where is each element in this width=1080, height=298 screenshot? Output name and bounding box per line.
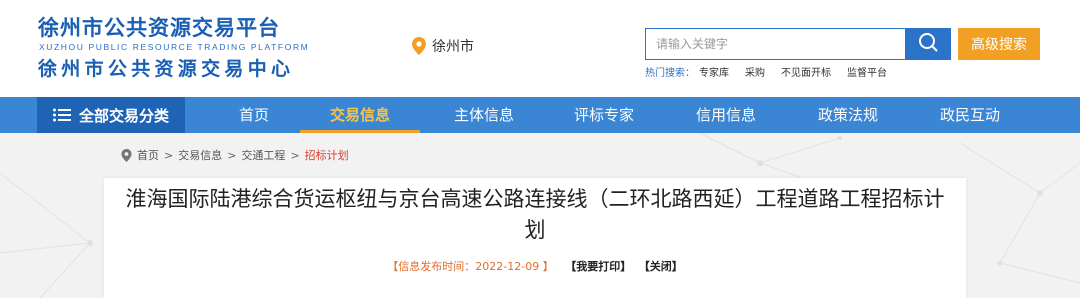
article-meta: 【信息发布时间：2022-12-09 】 【我要打印】 【关闭】 [104, 258, 966, 274]
print-link[interactable]: 【我要打印】 [565, 260, 631, 273]
breadcrumb: 首页 > 交易信息 > 交通工程 > 招标计划 [121, 146, 349, 164]
hot-search-item[interactable]: 采购 [745, 64, 765, 79]
nav-item-interaction[interactable]: 政民互动 [910, 97, 1030, 133]
location-text: 徐州市 [432, 39, 474, 55]
article-title: 淮海国际陆港综合货运枢纽与京台高速公路连接线（二环北路西延）工程道路工程招标计划 [125, 187, 945, 242]
nav-item-entity-info[interactable]: 主体信息 [424, 97, 544, 133]
search-input[interactable] [645, 28, 906, 60]
breadcrumb-separator: > [227, 148, 237, 162]
nav-item-home[interactable]: 首页 [218, 97, 290, 133]
location-selector[interactable]: 徐州市 [412, 36, 474, 56]
breadcrumb-item[interactable]: 首页 [137, 147, 159, 163]
search-icon [918, 32, 938, 56]
location-pin-icon [412, 37, 426, 55]
advanced-search-button[interactable]: 高级搜索 [958, 28, 1040, 60]
main-nav: 全部交易分类 首页 交易信息 主体信息 评标专家 信用信息 政策法规 政民互动 [0, 97, 1080, 133]
hot-search-item[interactable]: 专家库 [699, 64, 729, 79]
menu-icon [52, 108, 71, 122]
hot-search-item[interactable]: 监督平台 [847, 64, 887, 79]
breadcrumb-separator: > [164, 148, 174, 162]
hot-search-label: 热门搜索： [645, 67, 695, 79]
article-panel: 淮海国际陆港综合货运枢纽与京台高速公路连接线（二环北路西延）工程道路工程招标计划… [104, 178, 966, 298]
all-categories-label: 全部交易分类 [78, 106, 169, 125]
logo-title-top[interactable]: 徐州市公共资源交易平台 [38, 12, 280, 42]
nav-item-bid-experts[interactable]: 评标专家 [544, 97, 664, 133]
nav-item-policy[interactable]: 政策法规 [788, 97, 908, 133]
nav-item-trading-info[interactable]: 交易信息 [300, 97, 420, 133]
nav-item-credit-info[interactable]: 信用信息 [666, 97, 786, 133]
close-link[interactable]: 【关闭】 [639, 260, 683, 273]
logo-title-bottom[interactable]: 徐州市公共资源交易中心 [38, 54, 294, 81]
breadcrumb-current[interactable]: 招标计划 [305, 147, 349, 163]
location-pin-icon [121, 148, 132, 162]
hot-search-item[interactable]: 不见面开标 [781, 64, 831, 79]
breadcrumb-item[interactable]: 交通工程 [241, 147, 285, 163]
breadcrumb-separator: > [290, 148, 300, 162]
breadcrumb-item[interactable]: 交易信息 [178, 147, 222, 163]
all-categories-button[interactable]: 全部交易分类 [37, 97, 185, 133]
hot-search-bar: 热门搜索： 专家库 采购 不见面开标 监督平台 [645, 64, 903, 79]
publish-date: 【信息发布时间：2022-12-09 】 [387, 260, 554, 273]
search-button[interactable] [905, 28, 951, 60]
site-header: 徐州市公共资源交易平台 XUZHOU PUBLIC RESOURCE TRADI… [0, 0, 1080, 97]
logo-english-name: XUZHOU PUBLIC RESOURCE TRADING PLATFORM [39, 42, 310, 52]
